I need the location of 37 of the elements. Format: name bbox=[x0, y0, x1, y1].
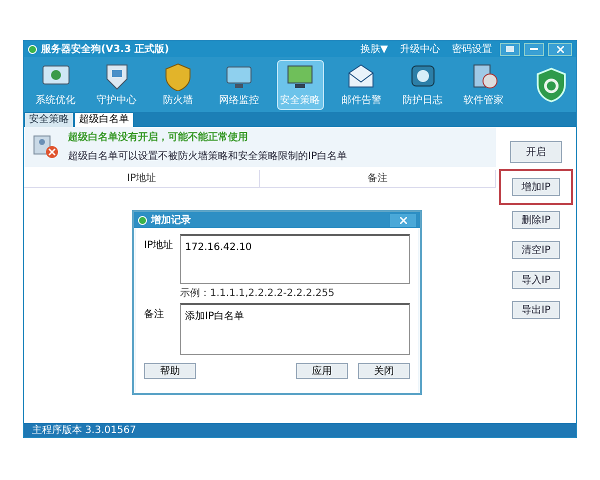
dialog-button[interactable]: 关闭 bbox=[358, 363, 410, 379]
shield-logo-icon bbox=[535, 64, 568, 104]
tab[interactable]: 安全策略 bbox=[25, 113, 73, 127]
side-button[interactable]: 开启 bbox=[510, 141, 562, 163]
app-logo-icon bbox=[138, 216, 147, 224]
description-text: 超级白名单可以设置不被防火墙策略和安全策略限制的IP白名单 bbox=[68, 150, 347, 164]
header-link[interactable]: 升级中心 bbox=[396, 42, 444, 56]
close-icon bbox=[556, 46, 564, 52]
dialog-button[interactable]: 帮助 bbox=[144, 363, 196, 379]
field-label: 备注 bbox=[144, 308, 165, 322]
column-header: 备注 bbox=[260, 170, 496, 187]
warning-text: 超级白名单没有开启，可能不能正常使用 bbox=[68, 130, 249, 145]
dialog-title: 增加记录 bbox=[151, 214, 191, 228]
input-field[interactable]: 添加IP白名单 bbox=[180, 303, 410, 355]
status-bar: 主程序版本 3.3.01567 bbox=[24, 423, 576, 437]
minimize-icon bbox=[530, 48, 538, 50]
user-error-icon bbox=[32, 134, 60, 160]
column-header: IP地址 bbox=[24, 170, 260, 187]
side-button[interactable]: 清空IP bbox=[512, 241, 560, 259]
input-field[interactable]: 172.16.42.10 bbox=[180, 234, 410, 284]
example-text: 示例：1.1.1.1,2.2.2.2-2.2.2.255 bbox=[180, 287, 336, 301]
window-title: 服务器安全狗(V3.3 正式版) bbox=[41, 42, 170, 56]
header-link[interactable]: 密码设置 bbox=[448, 42, 496, 56]
side-button[interactable]: 导入IP bbox=[512, 271, 560, 289]
skin-button[interactable] bbox=[500, 42, 520, 56]
field-label: IP地址 bbox=[144, 238, 174, 253]
dialog-button[interactable]: 应用 bbox=[296, 363, 348, 379]
close-icon bbox=[400, 216, 406, 224]
side-button[interactable]: 删除IP bbox=[512, 211, 560, 229]
close-button[interactable] bbox=[390, 214, 416, 226]
header-link[interactable]: 换肤▼ bbox=[356, 42, 392, 56]
tab[interactable]: 超级白名单 bbox=[75, 113, 133, 127]
app-logo-icon bbox=[28, 44, 37, 54]
close-button[interactable] bbox=[548, 42, 572, 56]
minimize-button[interactable] bbox=[524, 42, 544, 56]
side-button[interactable]: 增加IP bbox=[512, 178, 560, 196]
side-button[interactable]: 导出IP bbox=[512, 301, 560, 319]
